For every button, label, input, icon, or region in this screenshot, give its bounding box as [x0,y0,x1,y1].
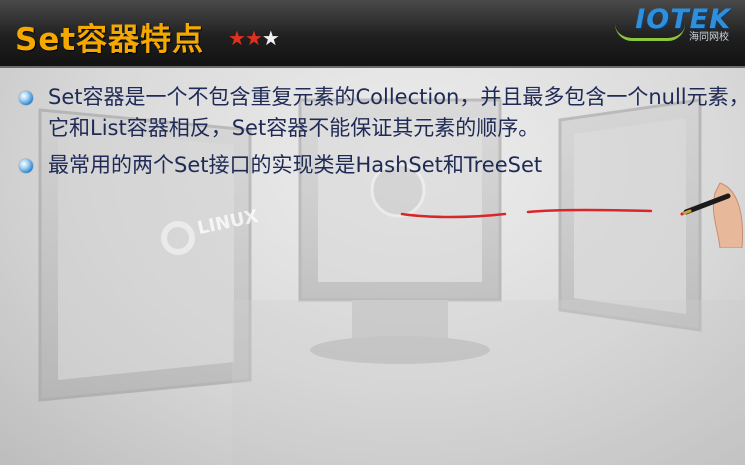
pen-icon [680,182,744,248]
bullet-dot-icon [19,159,33,173]
star-icon: ★ [261,26,280,50]
logo-subtitle: 海同网校 [689,32,729,43]
header-bar: Set容器特点 ★★★ IOTEK 海同网校 [0,0,745,68]
page-title: Set容器特点 [15,22,205,58]
background-monitors-art [38,98,745,465]
star-icon: ★ [228,26,246,50]
difficulty-stars: ★★★ [228,26,280,50]
bullet-text: 最常用的两个Set接口的实现类是HashSet和TreeSet [48,153,543,177]
bullet-item: Set容器是一个不包含重复元素的Collection，并且最多包含一个null元… [18,82,745,144]
bullet-item: 最常用的两个Set接口的实现类是HashSet和TreeSet [18,150,738,181]
slide: LINUX Set容器特点 ★★★ IOTEK 海同网校 Set容器是一个不包含… [0,0,745,465]
bullet-text: Set容器是一个不包含重复元素的Collection，并且最多包含一个null元… [48,85,745,140]
iotek-logo: IOTEK 海同网校 [609,4,731,44]
star-icon: ★ [244,26,263,50]
bullet-list: Set容器是一个不包含重复元素的Collection，并且最多包含一个null元… [18,82,745,187]
bullet-dot-icon [19,91,33,105]
